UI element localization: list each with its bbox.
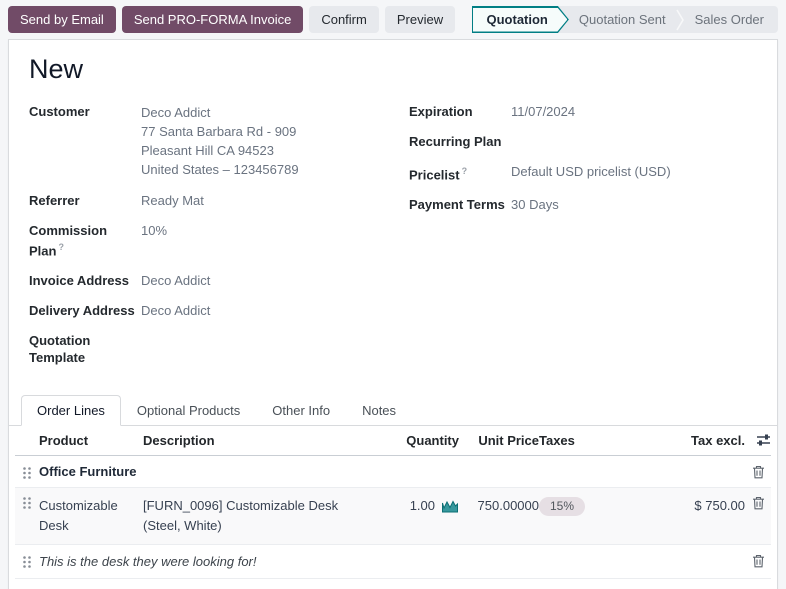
section-name[interactable]: Office Furniture xyxy=(39,456,745,487)
handle-column-header xyxy=(15,426,39,440)
delete-row-button[interactable] xyxy=(745,456,771,479)
drag-handle-icon[interactable] xyxy=(15,545,39,569)
delete-row-button[interactable] xyxy=(745,545,771,568)
pricelist-value[interactable]: Default USD pricelist (USD) xyxy=(511,163,671,183)
status-step-label: Quotation xyxy=(487,12,548,27)
unit-price-column-header[interactable]: Unit Price xyxy=(459,426,539,455)
customer-label: Customer xyxy=(29,103,141,179)
product-column-header[interactable]: Product xyxy=(39,426,143,455)
preview-button[interactable]: Preview xyxy=(385,6,455,33)
commission-plan-label: Commission Plan? xyxy=(29,222,141,259)
tab-order-lines[interactable]: Order Lines xyxy=(21,395,121,426)
delivery-address-value[interactable]: Deco Addict xyxy=(141,302,210,319)
help-icon[interactable]: ? xyxy=(462,166,468,176)
unit-price-cell[interactable]: 750.00000 xyxy=(459,488,539,524)
quantity-value[interactable]: 1.00 xyxy=(410,496,435,516)
invoice-address-label: Invoice Address xyxy=(29,272,141,289)
description-column-header[interactable]: Description xyxy=(143,426,383,455)
form-sheet: New Customer Deco Addict 77 Santa Barbar… xyxy=(8,39,778,589)
field-expiration: Expiration 11/07/2024 xyxy=(409,103,757,120)
notebook-tabs: Order Lines Optional Products Other Info… xyxy=(9,395,777,426)
description-cell[interactable]: [FURN_0096] Customizable Desk (Steel, Wh… xyxy=(143,488,383,544)
payment-terms-label: Payment Terms xyxy=(409,196,511,213)
field-invoice-address: Invoice Address Deco Addict xyxy=(29,272,409,289)
status-step-quotation[interactable]: Quotation xyxy=(472,6,569,33)
subtotal-cell: $ 750.00 xyxy=(639,488,745,524)
product-name-cell[interactable]: Customizable Desk xyxy=(39,488,143,544)
statusbar: Quotation Quotation Sent Sales Order xyxy=(472,6,779,33)
record-title[interactable]: New xyxy=(9,40,777,85)
recurring-plan-label: Recurring Plan xyxy=(409,133,511,150)
field-customer: Customer Deco Addict 77 Santa Barbara Rd… xyxy=(29,103,409,179)
drag-handle-icon[interactable] xyxy=(15,488,39,518)
send-proforma-button[interactable]: Send PRO-FORMA Invoice xyxy=(122,6,304,33)
customer-value[interactable]: Deco Addict 77 Santa Barbara Rd - 909 Pl… xyxy=(141,103,299,179)
payment-terms-value[interactable]: 30 Days xyxy=(511,196,559,213)
order-lines-table: Product Description Quantity Unit Price … xyxy=(9,426,777,589)
expiration-value[interactable]: 11/07/2024 xyxy=(511,103,575,120)
tax-excl-column-header[interactable]: Tax excl. xyxy=(639,426,745,455)
quotation-template-label: Quotation Template xyxy=(29,332,141,366)
delivery-address-label: Delivery Address xyxy=(29,302,141,319)
tab-notes[interactable]: Notes xyxy=(346,395,412,426)
trash-icon xyxy=(752,496,765,510)
field-commission-plan: Commission Plan? 10% xyxy=(29,222,409,259)
field-delivery-address: Delivery Address Deco Addict xyxy=(29,302,409,319)
taxes-cell[interactable]: 15% xyxy=(539,488,639,524)
status-step-sales-order[interactable]: Sales Order xyxy=(695,12,764,27)
note-text[interactable]: This is the desk they were looking for! xyxy=(39,545,745,578)
table-row-product[interactable]: Customizable Desk [FURN_0096] Customizab… xyxy=(15,488,771,545)
pricelist-label: Pricelist? xyxy=(409,163,511,183)
help-icon[interactable]: ? xyxy=(58,242,64,252)
tax-tag[interactable]: 15% xyxy=(539,497,585,516)
trash-icon xyxy=(752,554,765,568)
tab-optional-products[interactable]: Optional Products xyxy=(121,395,256,426)
field-payment-terms: Payment Terms 30 Days xyxy=(409,196,757,213)
field-pricelist: Pricelist? Default USD pricelist (USD) xyxy=(409,163,757,183)
form-right-column: Expiration 11/07/2024 Recurring Plan Pri… xyxy=(409,103,757,379)
commission-plan-value[interactable]: 10% xyxy=(141,222,167,259)
drag-handle-icon[interactable] xyxy=(15,456,39,480)
customer-name[interactable]: Deco Addict xyxy=(141,103,299,122)
chevron-right-icon xyxy=(676,7,685,33)
forecast-chart-icon[interactable] xyxy=(441,499,459,513)
customer-address-line2: Pleasant Hill CA 94523 xyxy=(141,141,299,160)
invoice-address-value[interactable]: Deco Addict xyxy=(141,272,210,289)
referrer-label: Referrer xyxy=(29,192,141,209)
expiration-label: Expiration xyxy=(409,103,511,120)
form-left-column: Customer Deco Addict 77 Santa Barbara Rd… xyxy=(29,103,409,379)
status-step-quotation-sent[interactable]: Quotation Sent xyxy=(579,12,666,27)
toolbar: Send by Email Send PRO-FORMA Invoice Con… xyxy=(0,0,786,39)
table-header-row: Product Description Quantity Unit Price … xyxy=(15,426,771,456)
table-row-note[interactable]: This is the desk they were looking for! xyxy=(15,545,771,579)
trash-icon xyxy=(752,465,765,479)
taxes-column-header[interactable]: Taxes xyxy=(539,426,639,455)
field-referrer: Referrer Ready Mat xyxy=(29,192,409,209)
form-fields: Customer Deco Addict 77 Santa Barbara Rd… xyxy=(9,103,777,379)
send-by-email-button[interactable]: Send by Email xyxy=(8,6,116,33)
status-inactive-steps: Quotation Sent Sales Order xyxy=(557,6,778,33)
quantity-cell[interactable]: 1.00 xyxy=(383,488,459,524)
field-quotation-template: Quotation Template xyxy=(29,332,409,366)
customer-address-line3: United States – 123456789 xyxy=(141,160,299,179)
delete-row-button[interactable] xyxy=(745,488,771,518)
tab-other-info[interactable]: Other Info xyxy=(256,395,346,426)
table-links-row: Add a product Add a section Add a note C… xyxy=(15,579,771,589)
table-row-section[interactable]: Office Furniture xyxy=(15,456,771,488)
customer-address-line1: 77 Santa Barbara Rd - 909 xyxy=(141,122,299,141)
confirm-button[interactable]: Confirm xyxy=(309,6,379,33)
quantity-column-header[interactable]: Quantity xyxy=(383,426,459,455)
field-recurring-plan: Recurring Plan xyxy=(409,133,757,150)
adjust-columns-icon[interactable] xyxy=(756,433,771,447)
referrer-value[interactable]: Ready Mat xyxy=(141,192,204,209)
